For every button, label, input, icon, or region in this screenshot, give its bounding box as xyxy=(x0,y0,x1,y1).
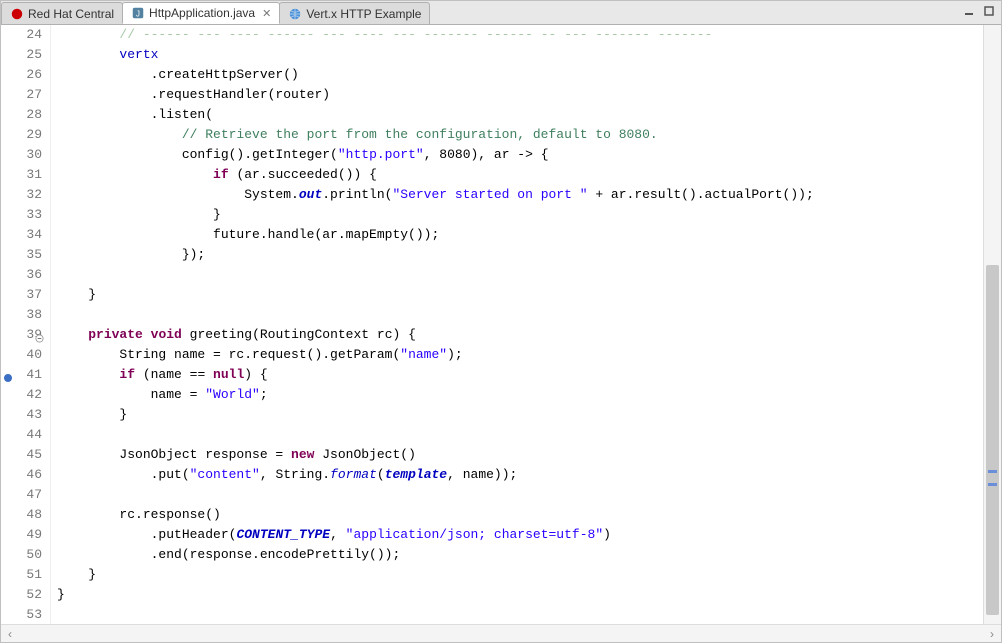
code-line[interactable]: name = "World"; xyxy=(57,385,983,405)
code-line[interactable]: .requestHandler(router) xyxy=(57,85,983,105)
tab-label: Red Hat Central xyxy=(28,7,114,21)
code-line[interactable]: .putHeader(CONTENT_TYPE, "application/js… xyxy=(57,525,983,545)
code-line[interactable]: } xyxy=(57,565,983,585)
overview-mark[interactable] xyxy=(988,470,997,473)
line-number[interactable]: 25 xyxy=(1,45,42,65)
vertical-scrollbar[interactable] xyxy=(983,25,1001,624)
code-line[interactable] xyxy=(57,265,983,285)
code-line[interactable]: vertx xyxy=(57,45,983,65)
redhat-icon xyxy=(10,7,24,21)
tab-red-hat-central[interactable]: Red Hat Central xyxy=(1,2,123,24)
tab-label: Vert.x HTTP Example xyxy=(306,7,421,21)
line-number[interactable]: 29 xyxy=(1,125,42,145)
close-tab-icon[interactable]: ✕ xyxy=(262,7,271,20)
code-line[interactable]: } xyxy=(57,285,983,305)
line-number[interactable]: 44 xyxy=(1,425,42,445)
scroll-right-button[interactable]: › xyxy=(983,625,1001,643)
code-line[interactable]: JsonObject response = new JsonObject() xyxy=(57,445,983,465)
line-number[interactable]: 37 xyxy=(1,285,42,305)
line-number[interactable]: 34 xyxy=(1,225,42,245)
scroll-left-button[interactable]: ‹ xyxy=(1,625,19,643)
fold-toggle-icon[interactable] xyxy=(34,330,44,340)
minimize-view-button[interactable] xyxy=(961,3,977,19)
scrollbar-thumb[interactable] xyxy=(986,265,999,615)
line-number[interactable]: 24 xyxy=(1,25,42,45)
line-number[interactable]: 38 xyxy=(1,305,42,325)
code-line[interactable]: }); xyxy=(57,245,983,265)
breakpoint-icon[interactable] xyxy=(3,370,13,380)
code-line[interactable]: String name = rc.request().getParam("nam… xyxy=(57,345,983,365)
code-line[interactable]: .listen( xyxy=(57,105,983,125)
line-number[interactable]: 48 xyxy=(1,505,42,525)
code-line[interactable] xyxy=(57,305,983,325)
tab-vert-x-http-example[interactable]: Vert.x HTTP Example xyxy=(279,2,430,24)
line-number[interactable]: 30 xyxy=(1,145,42,165)
line-number[interactable]: 26 xyxy=(1,65,42,85)
line-number[interactable]: 53 xyxy=(1,605,42,624)
code-line[interactable]: // Retrieve the port from the configurat… xyxy=(57,125,983,145)
code-line[interactable]: // ------ --- ---- ------ --- ---- --- -… xyxy=(57,25,983,45)
line-number[interactable]: 51 xyxy=(1,565,42,585)
line-number[interactable]: 27 xyxy=(1,85,42,105)
line-number[interactable]: 52 xyxy=(1,585,42,605)
code-line[interactable]: } xyxy=(57,585,983,605)
code-content[interactable]: // ------ --- ---- ------ --- ---- --- -… xyxy=(51,25,983,624)
maximize-view-button[interactable] xyxy=(981,3,997,19)
code-line[interactable]: private void greeting(RoutingContext rc)… xyxy=(57,325,983,345)
code-line[interactable]: .end(response.encodePrettily()); xyxy=(57,545,983,565)
line-number[interactable]: 31 xyxy=(1,165,42,185)
window-controls xyxy=(961,3,997,19)
line-number-gutter[interactable]: 2425262728293031323334353637383940414243… xyxy=(1,25,51,624)
code-line[interactable]: config().getInteger("http.port", 8080), … xyxy=(57,145,983,165)
line-number[interactable]: 35 xyxy=(1,245,42,265)
line-number[interactable]: 50 xyxy=(1,545,42,565)
line-number[interactable]: 42 xyxy=(1,385,42,405)
line-number[interactable]: 46 xyxy=(1,465,42,485)
line-number[interactable]: 32 xyxy=(1,185,42,205)
code-line[interactable]: .createHttpServer() xyxy=(57,65,983,85)
line-number[interactable]: 43 xyxy=(1,405,42,425)
globe-icon xyxy=(288,7,302,21)
code-line[interactable]: System.out.println("Server started on po… xyxy=(57,185,983,205)
tab-httpapplication-java[interactable]: J HttpApplication.java ✕ xyxy=(122,2,280,24)
tab-label: HttpApplication.java xyxy=(149,6,255,20)
editor-tabbar: Red Hat Central J HttpApplication.java ✕ Ver… xyxy=(1,1,1001,25)
code-line[interactable]: rc.response() xyxy=(57,505,983,525)
line-number[interactable]: 36 xyxy=(1,265,42,285)
horizontal-scrollbar[interactable]: ‹ › xyxy=(1,624,1001,642)
line-number[interactable]: 47 xyxy=(1,485,42,505)
overview-mark[interactable] xyxy=(988,483,997,486)
code-editor[interactable]: 2425262728293031323334353637383940414243… xyxy=(1,25,1001,624)
line-number[interactable]: 49 xyxy=(1,525,42,545)
code-line[interactable]: } xyxy=(57,205,983,225)
line-number[interactable]: 40 xyxy=(1,345,42,365)
svg-text:J: J xyxy=(136,10,140,19)
line-number[interactable]: 41 xyxy=(1,365,42,385)
code-line[interactable]: future.handle(ar.mapEmpty()); xyxy=(57,225,983,245)
line-number[interactable]: 33 xyxy=(1,205,42,225)
line-number[interactable]: 39 xyxy=(1,325,42,345)
code-line[interactable] xyxy=(57,425,983,445)
code-line[interactable]: if (name == null) { xyxy=(57,365,983,385)
code-line[interactable] xyxy=(57,485,983,505)
code-line[interactable]: .put("content", String.format(template, … xyxy=(57,465,983,485)
code-line[interactable] xyxy=(57,605,983,624)
java-icon: J xyxy=(131,6,145,20)
code-line[interactable]: } xyxy=(57,405,983,425)
line-number[interactable]: 28 xyxy=(1,105,42,125)
code-line[interactable]: if (ar.succeeded()) { xyxy=(57,165,983,185)
line-number[interactable]: 45 xyxy=(1,445,42,465)
